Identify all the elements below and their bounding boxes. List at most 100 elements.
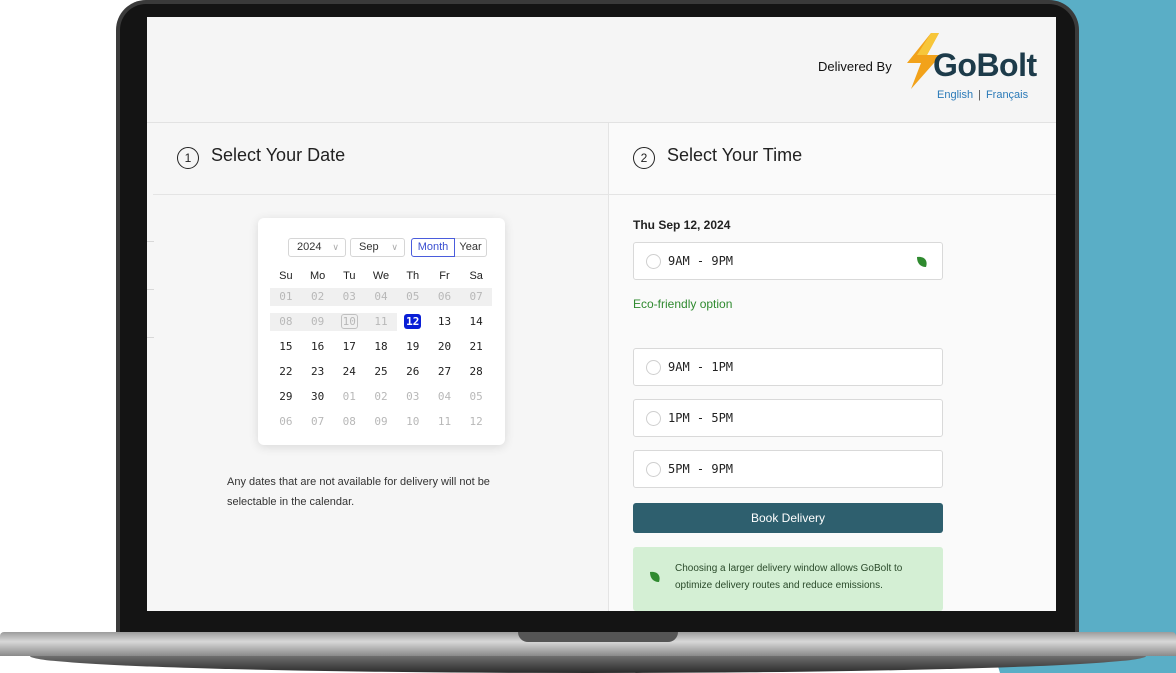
book-delivery-button[interactable]: Book Delivery — [633, 503, 943, 533]
calendar-day[interactable]: 22 — [270, 363, 302, 381]
page-header: Delivered By GoBolt English | Français — [147, 17, 1056, 123]
date-section-title: Select Your Date — [211, 145, 346, 165]
calendar-day-disabled: 01 — [279, 290, 293, 303]
selected-date-label: Thu Sep 12, 2024 — [633, 218, 731, 232]
calendar-day-disabled: 02 — [310, 290, 325, 303]
calendar-day-next-month: 11 — [437, 415, 452, 428]
calendar-day-next-month: 10 — [406, 415, 420, 428]
calendar-day[interactable]: 13 — [429, 313, 461, 331]
calendar-day[interactable]: 29 — [270, 388, 302, 406]
calendar-day[interactable]: 21 — [460, 338, 492, 356]
month-view-button[interactable]: Month — [411, 238, 455, 257]
weekday-header-row: Su Mo Tu We Th Fr Sa — [270, 270, 492, 282]
weekday-label: Su — [279, 270, 293, 282]
weekday-label: Fr — [439, 270, 450, 282]
year-select[interactable]: 2024 ∨ — [288, 238, 346, 257]
availability-note: Any dates that are not available for del… — [227, 476, 490, 508]
calendar-day[interactable]: 20 — [429, 338, 461, 356]
radio-button[interactable] — [646, 360, 661, 375]
calendar-day-disabled: 07 — [469, 290, 483, 303]
calendar-week-row: 15 16 17 18 19 20 21 — [270, 338, 492, 356]
laptop-screen: Delivered By GoBolt English | Français 1 S… — [147, 17, 1056, 611]
calendar-week-row: 22 23 24 25 26 27 28 — [270, 363, 492, 381]
delivered-by-text: Delivered By — [818, 59, 892, 74]
calendar-day[interactable]: 24 — [333, 363, 365, 381]
calendar-day-next-month: 07 — [310, 415, 325, 428]
time-slot-eco[interactable]: 9AM - 9PM — [633, 242, 943, 280]
calendar-day-disabled: 06 — [437, 290, 452, 303]
calendar-day-selected[interactable]: 12 — [397, 313, 429, 331]
leaf-icon — [650, 571, 660, 582]
marketing-stage: Delivered By GoBolt English | Français 1 S… — [0, 0, 1176, 673]
language-switcher: English | Français — [937, 89, 1028, 101]
year-select-value: 2024 — [297, 241, 322, 253]
divider — [147, 241, 154, 242]
chevron-down-icon: ∨ — [332, 242, 339, 252]
calendar-day[interactable]: 19 — [397, 338, 429, 356]
time-slot-label: 9AM - 9PM — [668, 254, 734, 268]
calendar-day-disabled: 09 — [301, 313, 334, 331]
time-slot-label: 9AM - 1PM — [668, 360, 734, 374]
divider — [147, 289, 154, 290]
weekday-label: Mo — [309, 270, 326, 282]
lang-english-link[interactable]: English — [937, 89, 973, 101]
step-number-badge: 1 — [177, 147, 199, 169]
calendar-day-next-month: 04 — [437, 390, 452, 403]
calendar-day[interactable]: 14 — [460, 313, 492, 331]
time-slot[interactable]: 9AM - 1PM — [633, 348, 943, 386]
calendar-week-row: 08 09 10 11 12 13 14 — [270, 313, 492, 331]
calendar-week-row: 29 30 01 02 03 04 05 — [270, 388, 492, 406]
month-select[interactable]: Sep ∨ — [350, 238, 405, 257]
radio-button[interactable] — [646, 254, 661, 269]
lang-separator: | — [978, 89, 981, 101]
time-slot[interactable]: 1PM - 5PM — [633, 399, 943, 437]
brand-logo-text: GoBolt — [933, 47, 1037, 83]
calendar-day-disabled: 05 — [406, 290, 420, 303]
chevron-down-icon: ∨ — [391, 242, 398, 252]
eco-info-banner: Choosing a larger delivery window allows… — [633, 547, 943, 611]
weekday-label: Tu — [343, 270, 356, 282]
radio-button[interactable] — [646, 411, 661, 426]
calendar-week-row: 06 07 08 09 10 11 12 — [270, 413, 492, 431]
calendar-day[interactable]: 18 — [365, 338, 397, 356]
calendar-day[interactable]: 27 — [429, 363, 461, 381]
calendar-day-next-month: 12 — [469, 415, 483, 428]
calendar-day[interactable]: 15 — [270, 338, 302, 356]
calendar-day-next-month: 02 — [374, 390, 388, 403]
time-slot-label: 1PM - 5PM — [668, 411, 734, 425]
time-section-header: 2 Select Your Time — [609, 123, 1056, 195]
radio-button[interactable] — [646, 462, 661, 477]
calendar-day-next-month: 03 — [406, 390, 420, 403]
eco-info-text: Choosing a larger delivery window allows… — [675, 563, 903, 591]
calendar-day[interactable]: 16 — [302, 338, 334, 356]
step-number-badge: 2 — [633, 147, 655, 169]
divider — [147, 337, 154, 338]
time-slot-label: 5PM - 9PM — [668, 462, 734, 476]
calendar-day[interactable]: 30 — [302, 388, 334, 406]
month-select-value: Sep — [359, 241, 379, 253]
calendar-day-next-month: 08 — [342, 415, 356, 428]
calendar-day[interactable]: 25 — [365, 363, 397, 381]
year-view-button[interactable]: Year — [455, 238, 487, 257]
calendar-day[interactable]: 28 — [460, 363, 492, 381]
calendar-day-next-month: 01 — [342, 390, 356, 403]
calendar-day-today: 10 — [333, 313, 366, 331]
calendar-day[interactable]: 17 — [333, 338, 365, 356]
calendar-day[interactable]: 26 — [397, 363, 429, 381]
calendar-day-next-month: 09 — [374, 415, 388, 428]
calendar-day-disabled: 03 — [342, 290, 356, 303]
date-picker-calendar: 2024 ∨ Sep ∨ Month Year Su Mo Tu We Th F… — [258, 218, 505, 445]
leaf-icon — [917, 256, 927, 267]
date-section: 1 Select Your Date 2024 ∨ Sep ∨ Month Ye… — [147, 123, 609, 611]
lang-french-link[interactable]: Français — [986, 89, 1028, 101]
time-slot[interactable]: 5PM - 9PM — [633, 450, 943, 488]
date-section-header: 1 Select Your Date — [153, 123, 609, 195]
time-section-title: Select Your Time — [667, 145, 803, 165]
calendar-week-row: 01 02 03 04 05 06 07 — [270, 288, 492, 306]
calendar-day[interactable]: 23 — [302, 363, 334, 381]
weekday-label: Th — [406, 270, 420, 282]
weekday-label: We — [372, 270, 390, 282]
weekday-label: Sa — [469, 270, 483, 282]
time-section: 2 Select Your Time Thu Sep 12, 2024 9AM … — [609, 123, 1056, 611]
calendar-day-next-month: 06 — [279, 415, 293, 428]
